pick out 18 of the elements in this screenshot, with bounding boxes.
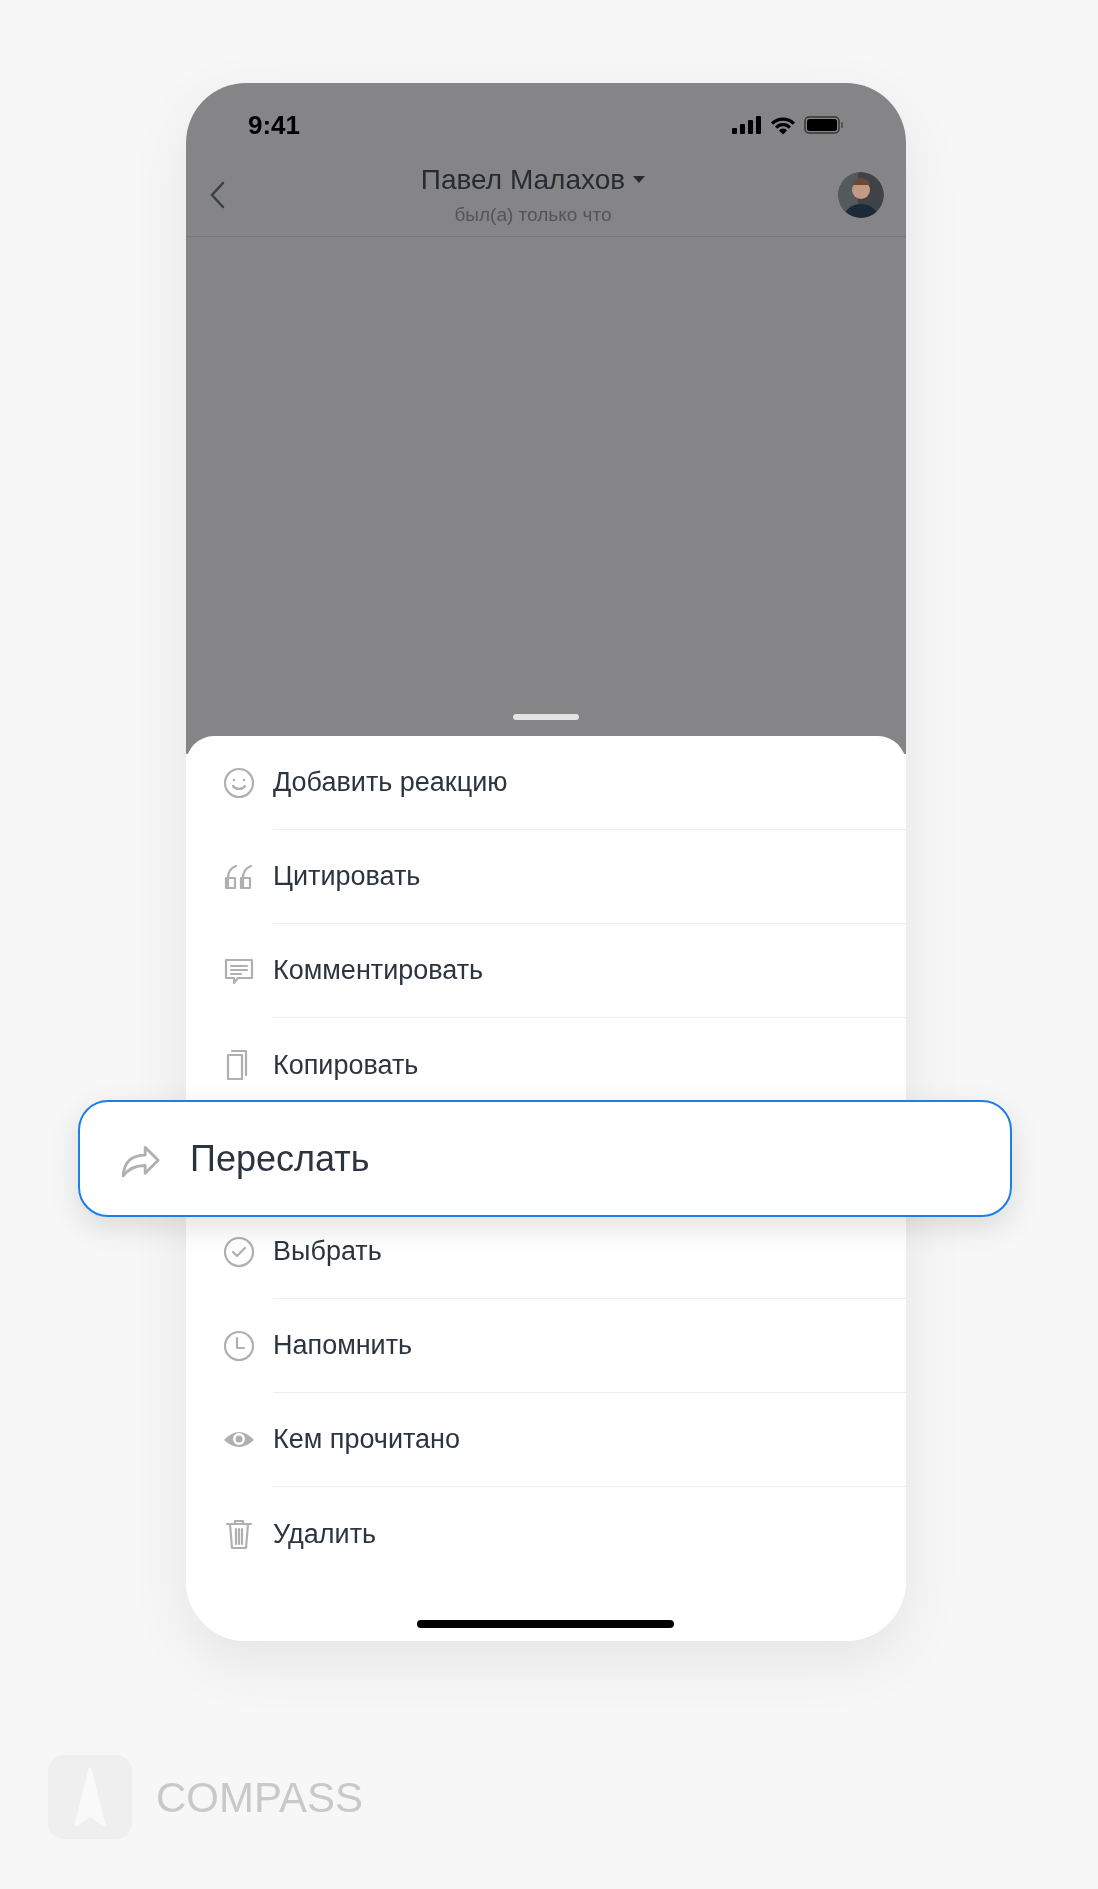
- menu-item[interactable]: Напомнить: [186, 1299, 906, 1393]
- menu-item[interactable]: Добавить реакцию: [186, 736, 906, 830]
- menu-item-label: Цитировать: [273, 860, 421, 894]
- menu-item-label: Напомнить: [273, 1329, 413, 1363]
- menu-item[interactable]: Комментировать: [186, 924, 906, 1018]
- menu-item-label: Кем прочитано: [273, 1423, 461, 1457]
- menu-item[interactable]: Цитировать: [186, 830, 906, 924]
- status-time: 9:41: [248, 108, 301, 142]
- menu-item-label: Добавить реакцию: [273, 766, 508, 800]
- menu-item-label: Переслать: [190, 1136, 370, 1181]
- menu-item[interactable]: Удалить: [186, 1487, 906, 1581]
- menu-item[interactable]: Переслать: [78, 1100, 1012, 1217]
- contact-name: Павел Малахов: [420, 163, 626, 198]
- menu-item-label: Удалить: [273, 1517, 377, 1551]
- menu-item-label: Выбрать: [273, 1235, 382, 1269]
- menu-item[interactable]: Кем прочитано: [186, 1393, 906, 1487]
- menu-item-label: Копировать: [273, 1048, 419, 1082]
- menu-item-label: Комментировать: [273, 954, 484, 988]
